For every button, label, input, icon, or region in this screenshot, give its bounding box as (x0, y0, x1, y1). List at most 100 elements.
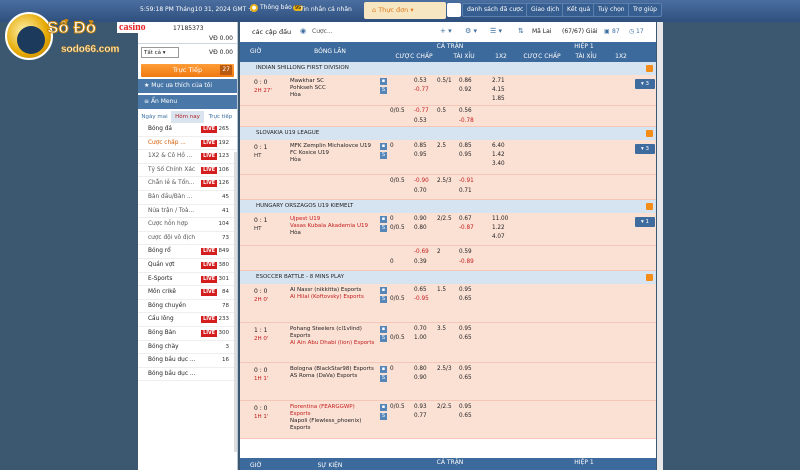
odds-cell[interactable]: 0.5/1 (437, 78, 452, 84)
results-button[interactable]: Kết quả (562, 3, 596, 17)
odds-cell[interactable]: -0.78 (459, 118, 474, 124)
odds-cell[interactable]: 2.5 (437, 143, 446, 149)
sport-item[interactable]: cược đội vô địch 73 (138, 232, 237, 246)
bet-filter[interactable]: Cược... (312, 28, 333, 35)
tab-today[interactable]: Hôm nay (171, 111, 204, 123)
odds-cell[interactable]: 0.70 (414, 326, 427, 332)
settings-icon[interactable]: ⚙ ▾ (465, 27, 477, 35)
odds-cell[interactable]: -0.95 (414, 296, 429, 302)
odds-cell[interactable]: -0.69 (414, 249, 429, 255)
odds-cell[interactable]: 4.15 (492, 87, 505, 93)
odds-cell[interactable]: 2 (437, 249, 441, 255)
odds-cell[interactable]: 0.59 (459, 249, 472, 255)
main-scrollbar[interactable] (657, 22, 663, 470)
tv-icon[interactable]: ▪ (380, 143, 387, 150)
sport-item[interactable]: Bóng bầu dục ... (138, 368, 237, 382)
odds-cell[interactable]: 4.07 (492, 234, 505, 240)
odds-cell[interactable]: -0.77 (414, 108, 429, 114)
odds-cell[interactable]: 0 (390, 143, 394, 149)
sport-item[interactable]: Bóng chày 3 (138, 341, 237, 355)
favorites-header[interactable]: ★ Mục ưa thích của tôi (138, 79, 237, 93)
odds-cell[interactable]: 0/0.5 (390, 178, 405, 184)
odds-cell[interactable]: 0.53 (414, 78, 427, 84)
odds-cell[interactable]: 0 (390, 366, 394, 372)
stats-icon[interactable]: S (380, 296, 387, 303)
odds-cell[interactable]: 6.40 (492, 143, 505, 149)
live-button[interactable]: Trực Tiếp 27 (141, 64, 234, 77)
league-count[interactable]: (67/67) Giải (562, 28, 598, 35)
odds-cell[interactable]: -0.90 (414, 178, 429, 184)
stats-icon[interactable]: S (380, 225, 387, 232)
odds-cell[interactable]: 0.71 (459, 188, 472, 194)
tab-live[interactable]: Trực tiếp (204, 111, 237, 123)
sport-item[interactable]: Cược chấp ... LIVE 192 (138, 137, 237, 151)
league-header[interactable]: HUNGARY ORSZAGOS U19 KIEMELT (240, 200, 656, 213)
odds-cell[interactable]: 1.5 (437, 287, 446, 293)
more-bets-button[interactable]: ▾ 3 (635, 144, 655, 154)
refresh-icon[interactable] (646, 65, 653, 72)
sport-item[interactable]: Tỷ Số Chính Xác LIVE 106 (138, 164, 237, 178)
odds-cell[interactable]: 1.22 (492, 225, 505, 231)
tv-icon[interactable]: ▪ (380, 287, 387, 294)
tv-icon[interactable]: ▪ (380, 78, 387, 85)
odds-cell[interactable]: 0.5 (437, 108, 446, 114)
odds-cell[interactable]: 0/0.5 (390, 404, 405, 410)
odds-cell[interactable]: 1.85 (492, 96, 505, 102)
odds-cell[interactable]: 0.53 (414, 118, 427, 124)
list-icon[interactable]: ☰ ▾ (490, 27, 502, 35)
league-header[interactable]: INDIAN SHILLONG FIRST DIVISION (240, 62, 656, 75)
sport-item[interactable]: Môn crikê LIVE 84 (138, 286, 237, 300)
odds-cell[interactable]: 0.92 (459, 87, 472, 93)
stats-icon[interactable]: S (380, 335, 387, 342)
tab-tomorrow[interactable]: Ngày mai (138, 111, 171, 123)
odds-cell[interactable]: 0.90 (414, 216, 427, 222)
sort-icon[interactable]: ⇅ (518, 27, 524, 35)
sport-item[interactable]: Quần vợt LIVE 380 (138, 259, 237, 273)
odds-cell[interactable]: 0.95 (459, 326, 472, 332)
odds-cell[interactable]: 0.80 (414, 225, 427, 231)
odds-cell[interactable]: 0.67 (459, 216, 472, 222)
odds-cell[interactable]: 3.5 (437, 326, 446, 332)
odds-cell[interactable]: 0/0.5 (390, 335, 405, 341)
sport-item[interactable]: Cược hỗn hợp 104 (138, 218, 237, 232)
refresh-icon[interactable] (646, 203, 653, 210)
search-icon[interactable] (447, 3, 461, 17)
add-icon[interactable]: + ▾ (440, 27, 452, 35)
odds-cell[interactable]: 0.80 (414, 366, 427, 372)
odds-cell[interactable]: 0.65 (459, 335, 472, 341)
tv-icon[interactable]: ▪ (380, 366, 387, 373)
stats-icon[interactable]: S (380, 413, 387, 420)
odds-cell[interactable]: 0.95 (459, 404, 472, 410)
odds-cell[interactable]: 0/0.5 (390, 108, 405, 114)
more-bets-button[interactable]: ▾ 3 (635, 79, 655, 89)
odds-cell[interactable]: 2/2.5 (437, 404, 452, 410)
odds-cell[interactable]: 1.00 (414, 335, 427, 341)
odds-cell[interactable]: 0.95 (459, 287, 472, 293)
odds-cell[interactable]: 0 (390, 216, 394, 222)
help-button[interactable]: Trợ giúp (628, 3, 662, 17)
odds-cell[interactable]: 11.00 (492, 216, 508, 222)
odds-cell[interactable]: 0.65 (459, 296, 472, 302)
odds-cell[interactable]: 0.93 (414, 404, 427, 410)
notice-link[interactable]: ● Thông báo 99 (250, 4, 304, 12)
odds-cell[interactable]: 3.40 (492, 161, 505, 167)
odds-cell[interactable]: 0.77 (414, 413, 427, 419)
odds-cell[interactable]: -0.77 (414, 87, 429, 93)
filter-select[interactable]: Tất cả ▾ (141, 47, 179, 58)
sport-item[interactable]: 1X2 & Cô Hồ ... LIVE 123 (138, 150, 237, 164)
sport-item[interactable]: Bóng rổ LIVE 849 (138, 245, 237, 259)
odds-cell[interactable]: 0.65 (459, 413, 472, 419)
refresh-icon[interactable] (646, 274, 653, 281)
odds-cell[interactable]: 0.56 (459, 108, 472, 114)
info-icon[interactable]: ◉ (300, 27, 306, 35)
odds-cell[interactable]: -0.87 (459, 225, 474, 231)
odds-cell[interactable]: 0 (390, 259, 394, 265)
tv-icon[interactable]: ▪ (380, 404, 387, 411)
league-header[interactable]: SLOVAKIA U19 LEAGUE (240, 127, 656, 140)
league-header[interactable]: ESOCCER BATTLE - 8 MINS PLAY (240, 271, 656, 284)
odds-cell[interactable]: 2.71 (492, 78, 505, 84)
sport-item[interactable]: Bóng Bàn LIVE 300 (138, 327, 237, 341)
tv-icon[interactable]: ▪ (380, 326, 387, 333)
sport-item[interactable]: E-Sports LIVE 301 (138, 273, 237, 287)
odds-cell[interactable]: 0.86 (459, 78, 472, 84)
